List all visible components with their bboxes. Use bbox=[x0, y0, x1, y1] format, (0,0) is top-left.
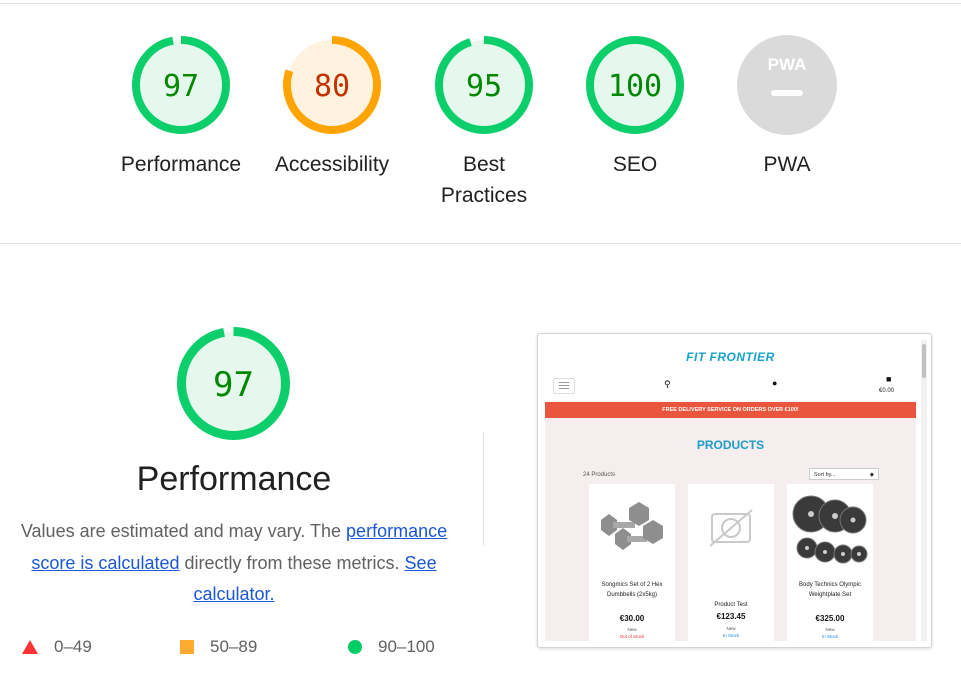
vertical-divider bbox=[483, 432, 484, 545]
gauge-label: Performance bbox=[120, 153, 242, 176]
gauge-seo[interactable]: 100 SEO bbox=[565, 35, 705, 180]
product-name: Body Technics Olympic Weightplate Set bbox=[799, 582, 861, 598]
section-divider bbox=[0, 243, 961, 244]
stock-status: Out of Stock bbox=[619, 634, 645, 639]
legend-average: 50–89 bbox=[180, 637, 257, 657]
performance-gauge-ring: 97 bbox=[132, 36, 230, 134]
gauge-label: Best Practices bbox=[440, 153, 528, 207]
stock-status: In Stock bbox=[722, 633, 740, 638]
products-section: PRODUCTS 24 Products Sort by... ◆ Songmi… bbox=[545, 418, 916, 641]
sort-select: Sort by... ◆ bbox=[809, 468, 879, 480]
performance-description: Values are estimated and may vary. The p… bbox=[18, 516, 450, 611]
accessibility-gauge-ring: 80 bbox=[283, 36, 381, 134]
cart-icon: ■ bbox=[886, 374, 892, 384]
product-card: Body Technics Olympic Weightplate Set €3… bbox=[787, 484, 873, 641]
site-brand: FIT FRONTIER bbox=[686, 350, 775, 364]
legend-pass: 90–100 bbox=[348, 637, 435, 657]
gauge-label: Accessibility bbox=[274, 153, 390, 176]
legend-range: 50–89 bbox=[210, 637, 258, 656]
cart-total: €0.00 bbox=[879, 388, 895, 394]
gauge-score: 80 bbox=[314, 69, 350, 104]
triangle-icon bbox=[22, 640, 38, 654]
gauge-score: 95 bbox=[466, 69, 502, 104]
delivery-banner: FREE DELIVERY SERVICE ON ORDERS OVER €10… bbox=[545, 402, 916, 418]
product-tag: New bbox=[627, 627, 637, 632]
products-heading: PRODUCTS bbox=[696, 438, 765, 452]
screenshot-scrollbar[interactable] bbox=[921, 340, 927, 641]
gauge-pwa[interactable]: PWA PWA bbox=[717, 35, 857, 180]
product-name: Songmics Set of 2 Hex Dumbbells (2x5kg) bbox=[601, 582, 663, 598]
best-practices-gauge-ring: 95 bbox=[435, 36, 533, 134]
performance-title: Performance bbox=[136, 460, 332, 498]
product-tag: New bbox=[726, 626, 736, 631]
gauge-best-practices[interactable]: 95 Best Practices bbox=[414, 35, 554, 211]
legend-range: 90–100 bbox=[378, 637, 435, 656]
seo-gauge-ring: 100 bbox=[586, 36, 684, 134]
gauge-label: SEO bbox=[612, 153, 658, 176]
gauge-label: PWA bbox=[763, 153, 811, 176]
product-tag: New bbox=[825, 627, 835, 632]
sort-value: Sort by... bbox=[814, 472, 836, 478]
no-image-icon bbox=[688, 484, 774, 576]
menu-icon bbox=[553, 378, 575, 394]
search-icon: ⚲ bbox=[664, 379, 671, 389]
chevron-down-icon: ◆ bbox=[869, 472, 874, 478]
pwa-badge-icon: PWA bbox=[737, 35, 837, 135]
product-price: €123.45 bbox=[716, 612, 746, 621]
top-divider bbox=[0, 3, 961, 4]
legend-range: 0–49 bbox=[54, 637, 92, 656]
dumbbells-image bbox=[589, 484, 675, 576]
product-count: 24 Products bbox=[583, 472, 616, 478]
circle-icon bbox=[348, 640, 362, 654]
gauge-performance[interactable]: 97 Performance bbox=[111, 35, 251, 180]
gauge-score: 97 bbox=[163, 69, 199, 104]
product-card: Product Test €123.45 New In Stock bbox=[688, 484, 774, 641]
product-name: Product Test bbox=[714, 602, 748, 608]
screenshot-page: FIT FRONTIER ⚲ ● ■ €0.00 FREE DELIVERY S… bbox=[544, 340, 917, 641]
scrollbar-thumb[interactable] bbox=[922, 344, 926, 378]
gauge-score: 97 bbox=[213, 365, 254, 405]
performance-detail-gauge: 97 bbox=[176, 326, 291, 446]
gauge-score: 100 bbox=[608, 69, 662, 104]
gauge-accessibility[interactable]: 80 Accessibility bbox=[262, 35, 402, 180]
product-card: Songmics Set of 2 Hex Dumbbells (2x5kg) … bbox=[589, 484, 675, 641]
pwa-badge-text: PWA bbox=[768, 55, 807, 74]
square-icon bbox=[180, 640, 194, 654]
desc-text: Values are estimated and may vary. The bbox=[20, 521, 347, 541]
product-price: €30.00 bbox=[619, 614, 645, 623]
product-price: €325.00 bbox=[815, 614, 845, 623]
weight-plates-image bbox=[787, 484, 873, 576]
large-gauge-ring: 97 bbox=[177, 327, 290, 440]
site-navbar: ⚲ ● ■ €0.00 bbox=[544, 370, 917, 398]
legend-fail: 0–49 bbox=[22, 637, 92, 657]
final-screenshot[interactable]: FIT FRONTIER ⚲ ● ■ €0.00 FREE DELIVERY S… bbox=[537, 333, 932, 648]
stock-status: In Stock bbox=[821, 634, 839, 639]
user-icon: ● bbox=[772, 378, 778, 388]
desc-text: directly from these metrics. bbox=[179, 552, 405, 573]
